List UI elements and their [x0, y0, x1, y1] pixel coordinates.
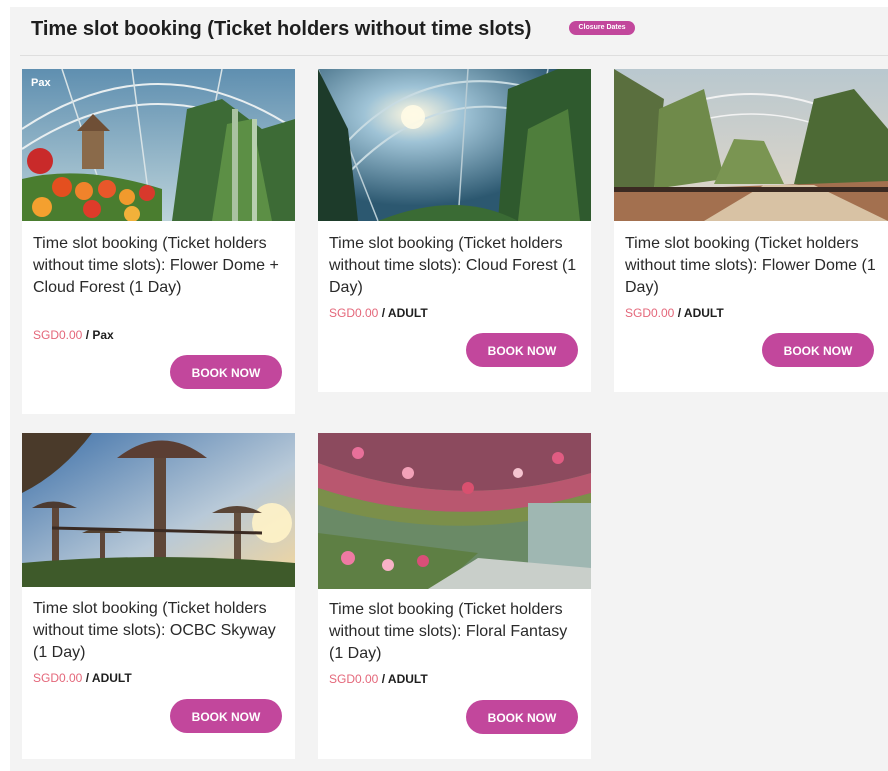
booking-panel: Time slot booking (Ticket holders withou…: [10, 7, 888, 771]
section-header: Time slot booking (Ticket holders withou…: [20, 7, 888, 56]
price-line: SGD0.00 / ADULT: [33, 671, 132, 685]
closure-dates-badge[interactable]: Closure Dates: [569, 21, 635, 35]
product-image-cloud-forest[interactable]: [318, 69, 591, 221]
price-line: SGD0.00 / ADULT: [329, 306, 428, 320]
price-unit: / ADULT: [674, 306, 724, 320]
price: SGD0.00: [329, 306, 379, 320]
product-title[interactable]: Time slot booking (Ticket holders withou…: [625, 233, 880, 299]
product-title[interactable]: Time slot booking (Ticket holders withou…: [329, 233, 584, 299]
price: SGD0.00: [625, 306, 675, 320]
product-card-ocbc-skyway: Time slot booking (Ticket holders withou…: [22, 433, 295, 759]
image-tag: Pax: [31, 77, 51, 89]
product-title[interactable]: Time slot booking (Ticket holders withou…: [33, 598, 288, 664]
book-now-button[interactable]: BOOK NOW: [466, 333, 578, 367]
book-now-button[interactable]: BOOK NOW: [170, 699, 282, 733]
product-card-cloud-forest: Time slot booking (Ticket holders withou…: [318, 69, 591, 392]
product-card-floral-fantasy: Time slot booking (Ticket holders withou…: [318, 433, 591, 759]
price-unit: / ADULT: [378, 306, 428, 320]
product-card-flower-dome-cloud-forest: Pax Time slot booking (Ticket holders wi…: [22, 69, 295, 414]
price-unit: / ADULT: [82, 671, 132, 685]
book-now-button[interactable]: BOOK NOW: [170, 355, 282, 389]
book-now-button[interactable]: BOOK NOW: [466, 700, 578, 734]
price-unit: / ADULT: [378, 672, 428, 686]
price-line: SGD0.00 / ADULT: [329, 672, 428, 686]
product-title[interactable]: Time slot booking (Ticket holders withou…: [329, 599, 584, 665]
product-image-flower-dome[interactable]: [614, 69, 888, 221]
product-image-floral-fantasy[interactable]: [318, 433, 591, 589]
price: SGD0.00: [33, 671, 83, 685]
price-line: SGD0.00 / Pax: [33, 328, 114, 342]
price-line: SGD0.00 / ADULT: [625, 306, 724, 320]
product-card-flower-dome: Time slot booking (Ticket holders withou…: [614, 69, 888, 392]
book-now-button[interactable]: BOOK NOW: [762, 333, 874, 367]
price-unit: / Pax: [82, 328, 114, 342]
product-title[interactable]: Time slot booking (Ticket holders withou…: [33, 233, 288, 299]
price: SGD0.00: [33, 328, 83, 342]
section-title: Time slot booking (Ticket holders withou…: [31, 18, 532, 40]
product-image-flower-dome-cloud-forest[interactable]: Pax: [22, 69, 295, 221]
price: SGD0.00: [329, 672, 379, 686]
product-image-ocbc-skyway[interactable]: [22, 433, 295, 587]
